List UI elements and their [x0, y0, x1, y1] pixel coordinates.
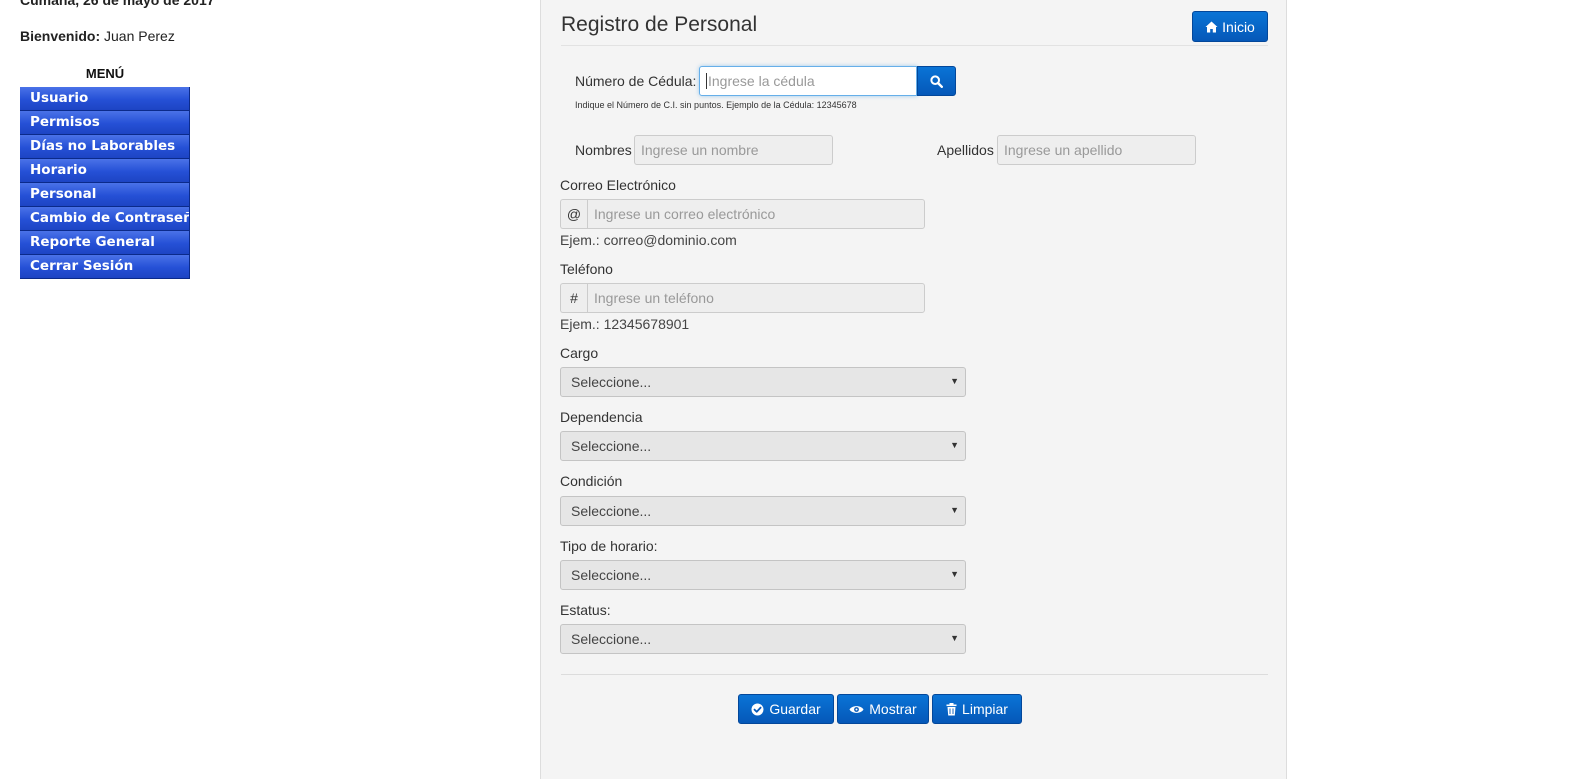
- form-divider: [561, 674, 1268, 675]
- cargo-select[interactable]: Seleccione... ▼: [560, 367, 966, 397]
- menu-item-personal[interactable]: Personal: [20, 183, 190, 207]
- condicion-select[interactable]: Seleccione... ▼: [560, 496, 966, 526]
- inicio-label: Inicio: [1222, 18, 1255, 35]
- tipo-horario-select[interactable]: Seleccione... ▼: [560, 560, 966, 590]
- estatus-value: Seleccione...: [571, 631, 652, 647]
- date-line: Cumaná, 26 de mayo de 2017: [20, 0, 215, 8]
- welcome-label: Bienvenido:: [20, 28, 101, 44]
- cargo-label: Cargo: [560, 345, 599, 361]
- menu-item-cambio-contrasena[interactable]: Cambio de Contraseña: [20, 207, 190, 231]
- apellidos-placeholder: Ingrese un apellido: [1004, 142, 1123, 158]
- menu-item-usuario[interactable]: Usuario: [20, 87, 190, 111]
- hash-icon: #: [560, 283, 587, 313]
- menu-item-dias-no-laborables[interactable]: Días no Laborables: [20, 135, 190, 159]
- condicion-label: Condición: [560, 473, 623, 489]
- search-cedula-button[interactable]: [917, 66, 956, 96]
- estatus-label: Estatus:: [560, 602, 611, 618]
- telefono-label: Teléfono: [560, 261, 613, 277]
- trash-icon: [946, 702, 957, 716]
- dependencia-label: Dependencia: [560, 409, 643, 425]
- chevron-down-icon: ▼: [950, 633, 959, 643]
- limpiar-button[interactable]: Limpiar: [932, 694, 1022, 724]
- at-icon: @: [560, 199, 587, 229]
- chevron-down-icon: ▼: [950, 376, 959, 386]
- chevron-down-icon: ▼: [950, 569, 959, 579]
- cedula-label: Número de Cédula:: [575, 73, 697, 89]
- user-name: Juan Perez: [104, 28, 175, 44]
- search-icon: [930, 74, 943, 88]
- sidebar-menu: Usuario Permisos Días no Laborables Hora…: [20, 87, 190, 279]
- apellidos-label: Apellidos: [937, 142, 994, 158]
- menu-item-reporte-general[interactable]: Reporte General: [20, 231, 190, 255]
- mostrar-button[interactable]: Mostrar: [837, 694, 929, 724]
- condicion-value: Seleccione...: [571, 503, 652, 519]
- title-divider: [561, 45, 1268, 46]
- tipo-horario-label: Tipo de horario:: [560, 538, 658, 554]
- text-caret: [706, 73, 707, 89]
- chevron-down-icon: ▼: [950, 440, 959, 450]
- guardar-button[interactable]: Guardar: [738, 694, 834, 724]
- cedula-placeholder: Ingrese la cédula: [708, 73, 815, 89]
- menu-title: MENÚ: [85, 66, 125, 81]
- nombres-input[interactable]: Ingrese un nombre: [634, 135, 833, 165]
- check-circle-icon: [751, 703, 764, 716]
- telefono-help: Ejem.: 12345678901: [560, 316, 690, 332]
- dependencia-value: Seleccione...: [571, 438, 652, 454]
- correo-help: Ejem.: correo@dominio.com: [560, 232, 737, 248]
- mostrar-label: Mostrar: [869, 701, 917, 717]
- menu-item-cerrar-sesion[interactable]: Cerrar Sesión: [20, 255, 190, 279]
- welcome-message: Bienvenido: Juan Perez: [20, 28, 175, 44]
- telefono-input[interactable]: Ingrese un teléfono: [587, 283, 925, 313]
- tipo-horario-value: Seleccione...: [571, 567, 652, 583]
- nombres-label: Nombres: [575, 142, 632, 158]
- correo-placeholder: Ingrese un correo electrónico: [594, 206, 776, 222]
- nombres-placeholder: Ingrese un nombre: [641, 142, 759, 158]
- cedula-input[interactable]: Ingrese la cédula: [699, 66, 917, 96]
- chevron-down-icon: ▼: [950, 505, 959, 515]
- estatus-select[interactable]: Seleccione... ▼: [560, 624, 966, 654]
- dependencia-select[interactable]: Seleccione... ▼: [560, 431, 966, 461]
- menu-item-horario[interactable]: Horario: [20, 159, 190, 183]
- correo-input[interactable]: Ingrese un correo electrónico: [587, 199, 925, 229]
- inicio-button[interactable]: Inicio: [1192, 11, 1268, 42]
- menu-item-permisos[interactable]: Permisos: [20, 111, 190, 135]
- eye-icon: [849, 704, 864, 715]
- telefono-placeholder: Ingrese un teléfono: [594, 290, 714, 306]
- apellidos-input[interactable]: Ingrese un apellido: [997, 135, 1196, 165]
- limpiar-label: Limpiar: [962, 701, 1008, 717]
- cargo-value: Seleccione...: [571, 374, 652, 390]
- correo-label: Correo Electrónico: [560, 177, 676, 193]
- guardar-label: Guardar: [769, 701, 821, 717]
- cedula-hint: Indique el Número de C.I. sin puntos. Ej…: [575, 100, 857, 110]
- home-icon: [1205, 21, 1218, 33]
- page-title: Registro de Personal: [561, 13, 758, 36]
- registro-panel: Registro de Personal Inicio Número de Cé…: [540, 0, 1287, 779]
